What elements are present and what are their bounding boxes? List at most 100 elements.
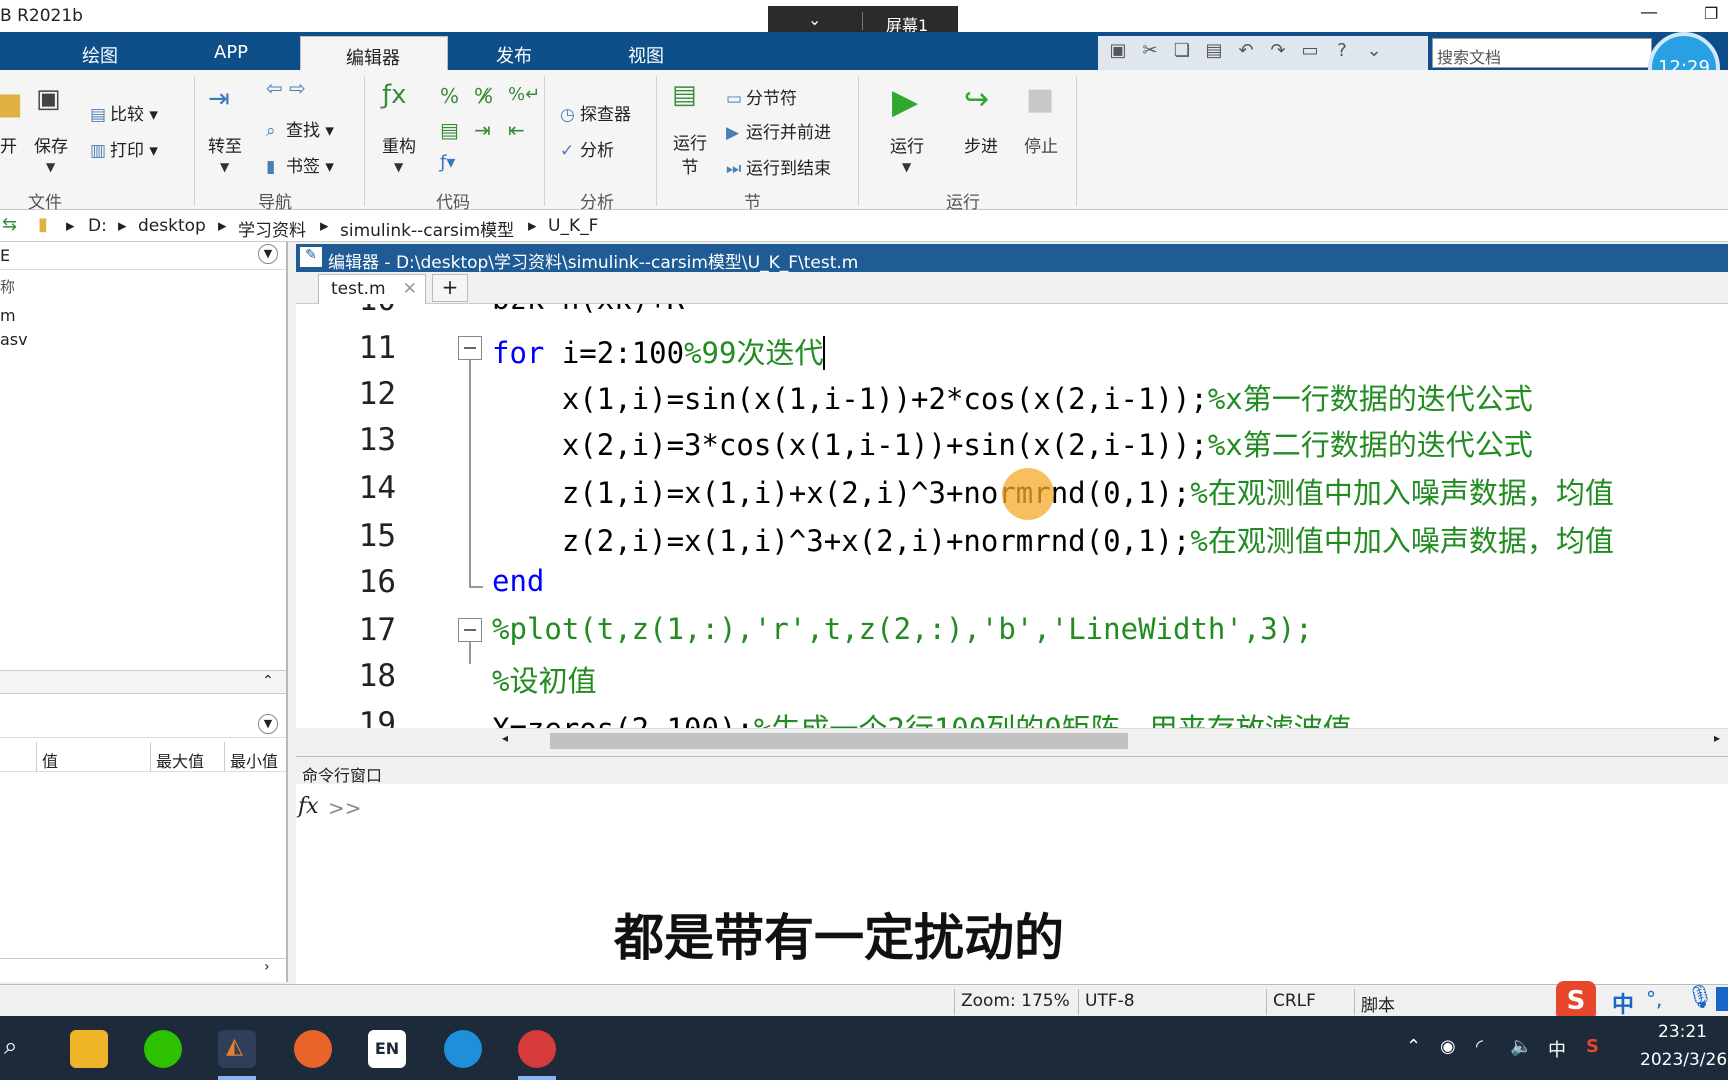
tab-view[interactable]: 视图 xyxy=(628,42,664,68)
breadcrumb-item[interactable]: 学习资料 xyxy=(238,216,306,241)
sogou-tray-icon[interactable]: S xyxy=(1586,1036,1599,1057)
refactor-fx-icon[interactable]: ƒx xyxy=(382,80,407,110)
fold-toggle[interactable] xyxy=(458,336,482,360)
code-editor[interactable]: 10 11 12 13 14 15 16 17 18 19 bzk=h(xk)+… xyxy=(296,304,1728,728)
scrollbar-thumb[interactable] xyxy=(550,733,1128,749)
restore-icon[interactable]: ❐ xyxy=(1704,4,1718,23)
browse-icon[interactable]: ⇆ xyxy=(2,214,17,235)
comment-icon[interactable]: % xyxy=(440,84,459,108)
column-header-value[interactable]: 值 xyxy=(42,748,58,772)
save-button[interactable]: 保存 xyxy=(34,132,68,157)
profiler-button[interactable]: ◷ 探查器 xyxy=(560,100,631,125)
microphone-icon[interactable]: 🎙 xyxy=(1686,985,1714,1010)
run-button[interactable]: 运行 xyxy=(890,132,924,157)
run-to-end-button[interactable]: ⏭ 运行到结束 xyxy=(726,154,831,179)
chevron-down-icon[interactable]: ▼ xyxy=(46,160,55,174)
list-item[interactable]: asv xyxy=(0,330,28,349)
goto-button[interactable]: 转至 xyxy=(208,132,242,157)
editor-horizontal-scrollbar[interactable]: ◂ ▸ xyxy=(496,728,1728,752)
chevron-up-icon[interactable]: ⌃ xyxy=(262,673,274,689)
undo-icon[interactable]: ↶ xyxy=(1234,40,1258,64)
find-button[interactable]: ⌕ 查找 ▾ xyxy=(266,116,334,141)
run-section-icon[interactable]: ▤ xyxy=(672,80,697,110)
tab-editor[interactable]: 编辑器 xyxy=(346,44,400,70)
qq-icon[interactable]: ◉ xyxy=(1440,1036,1456,1057)
list-item[interactable]: m xyxy=(0,306,16,325)
matlab-icon[interactable]: ◭ xyxy=(218,1030,256,1068)
dictionary-app-icon[interactable]: EN xyxy=(368,1030,406,1068)
analyze-button[interactable]: ✓ 分析 xyxy=(560,136,614,161)
tab-publish[interactable]: 发布 xyxy=(496,42,532,68)
paste-icon[interactable]: ▤ xyxy=(1202,40,1226,64)
cut-icon[interactable]: ✂ xyxy=(1138,40,1162,64)
tab-plots[interactable]: 绘图 xyxy=(82,42,118,68)
chevron-right-icon[interactable]: › xyxy=(264,959,270,975)
ime-punctuation[interactable]: °, xyxy=(1646,987,1662,1011)
uncomment-icon[interactable]: %̸ xyxy=(474,84,493,108)
current-folder-bar[interactable]: ⇆ ▮ ▸ D: ▸ desktop ▸ 学习资料 ▸ simulink--ca… xyxy=(0,210,1728,242)
step-button[interactable]: 步进 xyxy=(964,132,998,157)
close-icon[interactable]: ✕ xyxy=(403,279,417,299)
add-tab-button[interactable]: + xyxy=(432,274,468,302)
panel-splitter[interactable]: ⌃ xyxy=(0,670,286,694)
save-icon[interactable]: ▣ xyxy=(36,84,61,114)
redo-icon[interactable]: ↷ xyxy=(1266,40,1290,64)
compare-button[interactable]: ▤ 比较 ▾ xyxy=(90,100,158,125)
bookmark-button[interactable]: ▮ 书签 ▾ xyxy=(266,152,334,177)
wechat-icon[interactable] xyxy=(144,1030,182,1068)
run-icon[interactable]: ▶ xyxy=(892,82,918,122)
column-header-name[interactable]: 称 xyxy=(0,276,15,297)
switch-windows-icon[interactable]: ▭ xyxy=(1298,40,1322,64)
column-header-min[interactable]: 最小值 xyxy=(230,748,278,772)
chevron-down-icon[interactable]: ▼ xyxy=(220,160,229,174)
stop-button[interactable]: 停止 xyxy=(1024,132,1058,157)
outdent-icon[interactable]: ⇤ xyxy=(508,118,525,142)
step-icon[interactable]: ↪ xyxy=(964,82,989,117)
scroll-right-icon[interactable]: ▸ xyxy=(1714,731,1720,745)
horizontal-scrollbar[interactable]: › xyxy=(0,958,286,980)
smart-indent-icon[interactable]: ▤ xyxy=(440,118,459,142)
indent-icon[interactable]: ⇥ xyxy=(474,118,491,142)
tray-ime-language[interactable]: 中 xyxy=(1548,1036,1566,1062)
carsim-icon[interactable] xyxy=(518,1030,556,1068)
goto-icon[interactable]: ⇥ xyxy=(208,84,230,114)
search-documentation-input[interactable]: 搜索文档 xyxy=(1432,38,1652,68)
function-browser-icon[interactable]: fx xyxy=(298,794,319,819)
help-icon[interactable]: ? xyxy=(1330,40,1354,64)
fold-toggle[interactable] xyxy=(458,618,482,642)
section-break-button[interactable]: ▭ 分节符 xyxy=(726,84,797,109)
scroll-left-icon[interactable]: ◂ xyxy=(502,731,508,745)
tab-test-m[interactable]: test.m ✕ xyxy=(318,274,426,304)
open-folder-icon[interactable]: ▆ xyxy=(0,88,20,118)
ime-language[interactable]: 中 xyxy=(1612,987,1634,1019)
search-icon[interactable]: ⌕ xyxy=(4,1032,17,1060)
breadcrumb-item[interactable]: desktop xyxy=(138,216,206,236)
minimize-icon[interactable]: — xyxy=(1640,2,1658,23)
chevron-down-icon[interactable]: ⌄ xyxy=(808,10,821,29)
panel-menu-icon[interactable]: ▼ xyxy=(258,714,278,734)
chevron-down-icon[interactable]: ▼ xyxy=(902,160,911,174)
volume-icon[interactable]: 🔈 xyxy=(1510,1036,1532,1057)
run-and-advance-button[interactable]: ▶ 运行并前进 xyxy=(726,118,831,143)
wrap-comments-icon[interactable]: %↵ xyxy=(508,84,540,105)
edge-icon[interactable] xyxy=(444,1030,482,1068)
breadcrumb-item[interactable]: D: xyxy=(88,216,107,236)
sogou-ime-icon[interactable]: S xyxy=(1556,981,1596,1021)
taskbar-time[interactable]: 23:21 xyxy=(1658,1022,1707,1042)
breadcrumb-item[interactable]: U_K_F xyxy=(548,216,598,236)
panel-menu-icon[interactable]: ▼ xyxy=(258,244,278,264)
column-header-max[interactable]: 最大值 xyxy=(156,748,204,772)
ime-toolbox-icon[interactable] xyxy=(1716,987,1728,1011)
function-icon[interactable]: ƒ▾ xyxy=(440,152,455,173)
back-forward-arrows-icon[interactable]: ⇦ ⇨ xyxy=(266,76,306,100)
print-button[interactable]: ▥ 打印 ▾ xyxy=(90,136,158,161)
chevron-down-icon[interactable]: ▼ xyxy=(394,160,403,174)
breadcrumb-item[interactable]: simulink--carsim模型 xyxy=(340,216,514,241)
open-button[interactable]: 开 xyxy=(0,132,17,157)
wifi-icon[interactable]: ◜ xyxy=(1476,1036,1483,1057)
copy-icon[interactable]: ❏ xyxy=(1170,40,1194,64)
dropdown-icon[interactable]: ⌄ xyxy=(1362,40,1386,64)
tab-apps[interactable]: APP xyxy=(214,42,248,63)
file-explorer-icon[interactable] xyxy=(70,1030,108,1068)
firefox-icon[interactable] xyxy=(294,1030,332,1068)
